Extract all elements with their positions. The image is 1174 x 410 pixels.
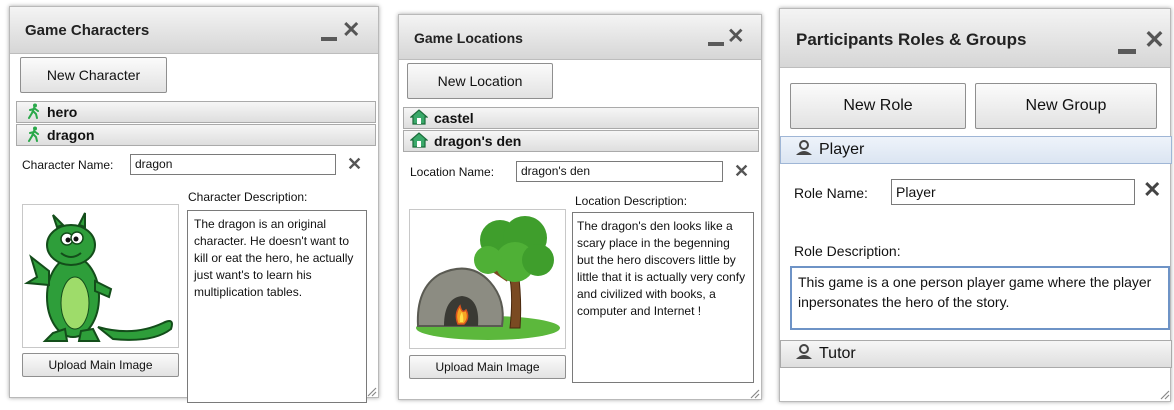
person-icon	[795, 139, 813, 161]
location-name-label: Location Name:	[410, 165, 495, 179]
location-description-text[interactable]: The dragon's den looks like a scary plac…	[572, 212, 754, 383]
resize-grip-icon[interactable]	[748, 386, 760, 399]
roles-titlebar[interactable]: Participants Roles & Groups ✕	[780, 9, 1170, 68]
resize-grip-icon[interactable]	[1158, 387, 1170, 400]
role-description-label: Role Description:	[794, 243, 901, 259]
role-name-label: Role Name:	[794, 185, 868, 201]
walking-figure-icon	[27, 126, 41, 145]
location-item-label: dragon's den	[434, 133, 522, 149]
house-icon	[409, 108, 429, 128]
upload-main-image-button[interactable]: Upload Main Image	[22, 353, 179, 377]
role-item-player[interactable]: Player	[780, 136, 1172, 164]
new-group-button[interactable]: New Group	[975, 83, 1157, 129]
character-item-label: dragon	[47, 127, 95, 143]
location-item-dragons-den[interactable]: dragon's den	[403, 130, 759, 152]
locations-title: Game Locations	[414, 30, 523, 46]
person-icon	[795, 343, 813, 365]
character-name-input[interactable]: dragon	[130, 154, 336, 175]
minimize-icon[interactable]	[1118, 49, 1136, 54]
location-description-label: Location Description:	[575, 194, 688, 208]
character-item-hero[interactable]: hero	[16, 101, 376, 123]
role-item-label: Player	[819, 141, 865, 158]
location-name-input[interactable]: dragon's den	[516, 161, 723, 182]
cave-illustration	[416, 216, 560, 340]
role-description-text[interactable]: This game is a one person player game wh…	[790, 266, 1170, 330]
house-icon	[409, 131, 429, 151]
new-character-button[interactable]: New Character	[20, 57, 167, 93]
new-role-button[interactable]: New Role	[790, 83, 966, 129]
role-name-input[interactable]: Player	[891, 179, 1135, 205]
minimize-icon[interactable]	[321, 37, 337, 41]
game-locations-panel: Game Locations ✕ New Location castel dra…	[398, 14, 762, 400]
roles-title: Participants Roles & Groups	[796, 30, 1027, 49]
close-icon[interactable]: ✕	[727, 24, 745, 49]
new-location-button[interactable]: New Location	[407, 63, 553, 99]
location-item-castel[interactable]: castel	[403, 107, 759, 129]
clear-name-icon[interactable]: ✕	[1143, 177, 1161, 203]
locations-titlebar[interactable]: Game Locations ✕	[399, 15, 761, 60]
minimize-icon[interactable]	[708, 42, 724, 46]
character-image	[22, 204, 179, 348]
characters-title: Game Characters	[25, 22, 150, 39]
dragon-illustration	[23, 212, 173, 342]
roles-groups-panel: Participants Roles & Groups ✕ New Role N…	[779, 8, 1172, 402]
role-item-tutor[interactable]: Tutor	[780, 340, 1172, 368]
character-name-label: Character Name:	[22, 158, 114, 172]
character-description-label: Character Description:	[188, 190, 308, 204]
resize-grip-icon[interactable]	[365, 384, 377, 397]
close-icon[interactable]: ✕	[342, 17, 360, 43]
character-item-dragon[interactable]: dragon	[16, 124, 376, 146]
clear-name-icon[interactable]: ✕	[734, 161, 749, 182]
game-characters-panel: Game Characters ✕ New Character hero dra…	[9, 6, 379, 403]
close-icon[interactable]: ✕	[1144, 25, 1165, 55]
role-item-label: Tutor	[819, 345, 856, 362]
clear-name-icon[interactable]: ✕	[347, 154, 362, 175]
character-item-label: hero	[47, 104, 78, 120]
location-image	[409, 209, 566, 349]
location-item-label: castel	[434, 110, 474, 126]
walking-figure-icon	[27, 103, 41, 122]
upload-main-image-button[interactable]: Upload Main Image	[409, 355, 566, 379]
characters-titlebar[interactable]: Game Characters ✕	[10, 7, 378, 54]
character-description-text[interactable]: The dragon is an original character. He …	[187, 210, 367, 403]
